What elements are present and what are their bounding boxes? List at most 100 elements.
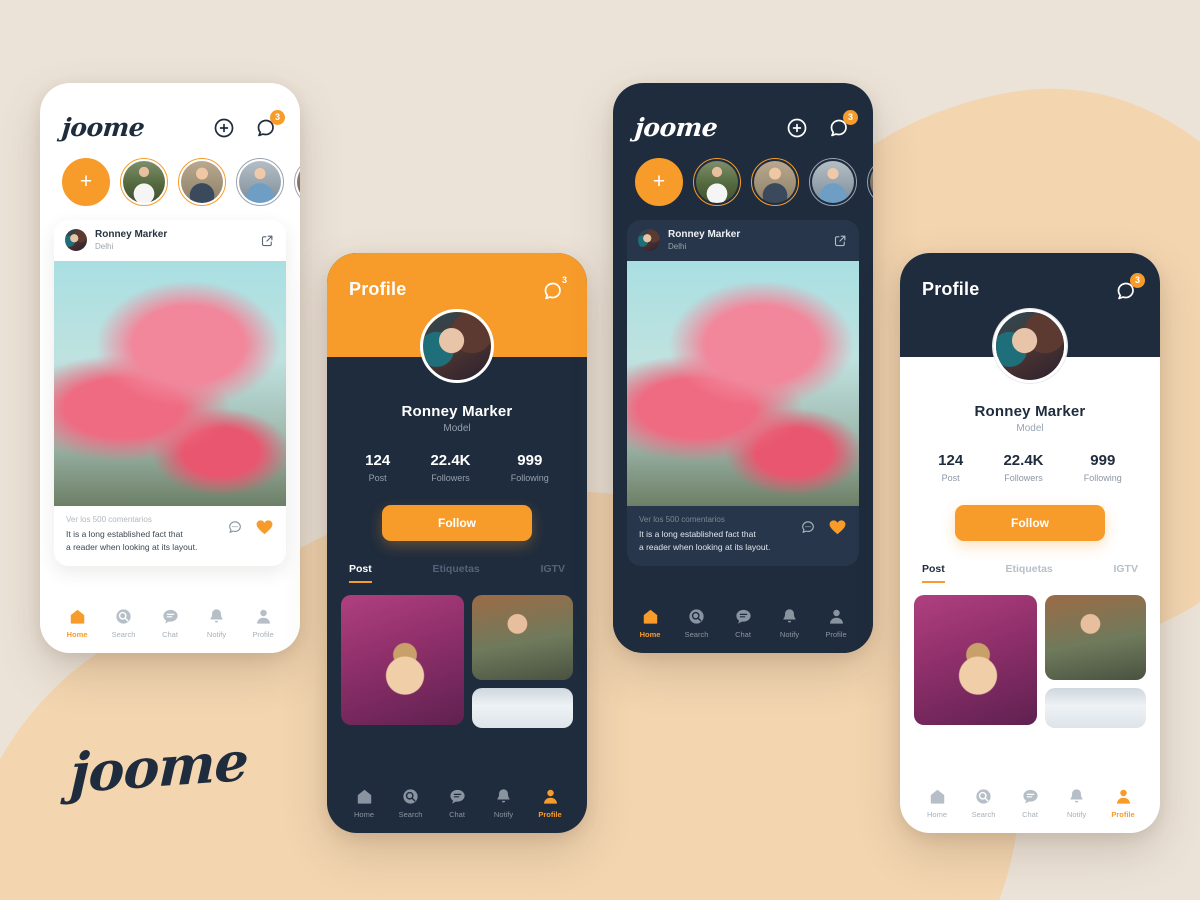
story-item[interactable] — [751, 158, 799, 206]
nav-label: Profile — [1111, 810, 1135, 819]
avatar — [812, 161, 854, 203]
nav-item-notify[interactable]: Notify — [198, 607, 236, 639]
share-icon[interactable] — [833, 233, 848, 248]
nav-item-chat[interactable]: Chat — [438, 787, 476, 819]
plus-circle-icon[interactable] — [212, 116, 236, 140]
stat-label: Following — [510, 473, 549, 483]
home-icon — [357, 789, 371, 804]
comment-icon[interactable] — [800, 519, 816, 535]
bottom-navigation[interactable]: Home Search Chat Notify Profile — [613, 595, 873, 653]
nav-item-profile[interactable]: Profile — [817, 607, 855, 639]
nav-label: Notify — [779, 630, 800, 639]
nav-item-search[interactable]: Search — [392, 787, 430, 819]
story-item[interactable] — [867, 158, 873, 206]
story-item[interactable] — [693, 158, 741, 206]
share-icon[interactable] — [260, 233, 275, 248]
nav-item-chat[interactable]: Chat — [151, 607, 189, 639]
chat-bubble-icon[interactable]: 3 — [1114, 273, 1145, 303]
chat-icon — [735, 609, 751, 624]
nav-item-notify[interactable]: Notify — [485, 787, 523, 819]
profile-post-grid — [900, 583, 1160, 728]
profile-role: Model — [443, 423, 471, 434]
grid-image[interactable] — [341, 595, 465, 725]
home-icon — [643, 609, 657, 624]
nav-item-chat[interactable]: Chat — [1011, 787, 1049, 819]
profile-tabs[interactable]: Post Etiquetas IGTV — [327, 541, 587, 583]
feed-header: joome 3 — [613, 83, 873, 142]
nav-label: Chat — [449, 810, 465, 819]
tab-etiquetas[interactable]: Etiquetas — [432, 563, 479, 583]
profile-avatar[interactable] — [420, 309, 494, 383]
bottom-navigation[interactable]: Home Search Chat Notify Profile — [40, 595, 300, 653]
nav-item-profile[interactable]: Profile — [531, 787, 569, 819]
grid-image[interactable] — [1045, 595, 1146, 680]
avatar — [870, 161, 873, 203]
stories-row[interactable]: + — [613, 142, 873, 220]
nav-item-search[interactable]: Search — [105, 607, 143, 639]
story-item[interactable] — [120, 158, 168, 206]
nav-item-home[interactable]: Home — [631, 607, 669, 639]
search-icon — [689, 609, 704, 624]
stat-value: 22.4K — [430, 452, 471, 469]
person-icon — [829, 609, 843, 624]
bottom-navigation[interactable]: Home Search Chat Notify Profile — [327, 775, 587, 833]
profile-tabs[interactable]: Post Etiquetas IGTV — [900, 541, 1160, 583]
nav-item-profile[interactable]: Profile — [1104, 787, 1142, 819]
add-story-button[interactable]: + — [62, 158, 110, 206]
post-caption-line1: It is a long established fact that — [66, 528, 183, 539]
message-badge: 3 — [1130, 273, 1145, 288]
post-actions — [227, 518, 274, 537]
profile-post-grid — [327, 583, 587, 728]
comment-icon[interactable] — [227, 519, 243, 535]
follow-button[interactable]: Follow — [955, 505, 1105, 541]
heart-icon[interactable] — [255, 518, 274, 537]
nav-item-search[interactable]: Search — [678, 607, 716, 639]
nav-item-chat[interactable]: Chat — [724, 607, 762, 639]
feed-header-actions: 3 — [785, 109, 858, 140]
profile-name: Ronney Marker — [401, 403, 513, 420]
nav-item-search[interactable]: Search — [965, 787, 1003, 819]
tab-igtv[interactable]: IGTV — [1113, 563, 1138, 583]
nav-label: Home — [639, 630, 661, 639]
nav-label: Chat — [735, 630, 751, 639]
nav-item-home[interactable]: Home — [58, 607, 96, 639]
person-icon — [256, 609, 270, 624]
nav-label: Profile — [538, 810, 562, 819]
phone-mockup-profile-dark: Profile 3 Ronney Marker Model 124 Post 2… — [327, 253, 587, 833]
tab-igtv[interactable]: IGTV — [540, 563, 565, 583]
add-story-button[interactable]: + — [635, 158, 683, 206]
post-caption-line2: a reader when looking at its layout. — [639, 542, 771, 553]
grid-image[interactable] — [914, 595, 1038, 725]
story-item[interactable] — [809, 158, 857, 206]
message-badge: 3 — [843, 109, 858, 125]
heart-icon[interactable] — [828, 518, 847, 537]
person-icon — [1116, 789, 1130, 804]
nav-label: Search — [111, 630, 136, 639]
nav-item-profile[interactable]: Profile — [244, 607, 282, 639]
grid-image[interactable] — [1045, 688, 1146, 728]
profile-header: Profile 3 — [900, 253, 1160, 303]
plus-circle-icon[interactable] — [785, 116, 809, 140]
story-item[interactable] — [294, 158, 300, 206]
grid-image[interactable] — [472, 688, 573, 728]
chat-bubble-icon[interactable]: 3 — [541, 273, 572, 303]
profile-header: Profile 3 — [327, 253, 587, 303]
follow-button[interactable]: Follow — [382, 505, 532, 541]
chat-bubble-icon[interactable]: 3 — [254, 109, 285, 140]
home-icon — [930, 789, 944, 804]
nav-item-notify[interactable]: Notify — [771, 607, 809, 639]
story-item[interactable] — [178, 158, 226, 206]
story-item[interactable] — [236, 158, 284, 206]
profile-avatar[interactable] — [993, 309, 1067, 383]
chat-bubble-icon[interactable]: 3 — [827, 109, 858, 140]
nav-item-home[interactable]: Home — [918, 787, 956, 819]
tab-post[interactable]: Post — [349, 563, 372, 583]
nav-item-notify[interactable]: Notify — [1058, 787, 1096, 819]
nav-item-home[interactable]: Home — [345, 787, 383, 819]
grid-image[interactable] — [472, 595, 573, 680]
post-image — [54, 260, 286, 506]
stories-row[interactable]: + — [40, 142, 300, 220]
bottom-navigation[interactable]: Home Search Chat Notify Profile — [900, 775, 1160, 833]
tab-etiquetas[interactable]: Etiquetas — [1005, 563, 1052, 583]
tab-post[interactable]: Post — [922, 563, 945, 583]
